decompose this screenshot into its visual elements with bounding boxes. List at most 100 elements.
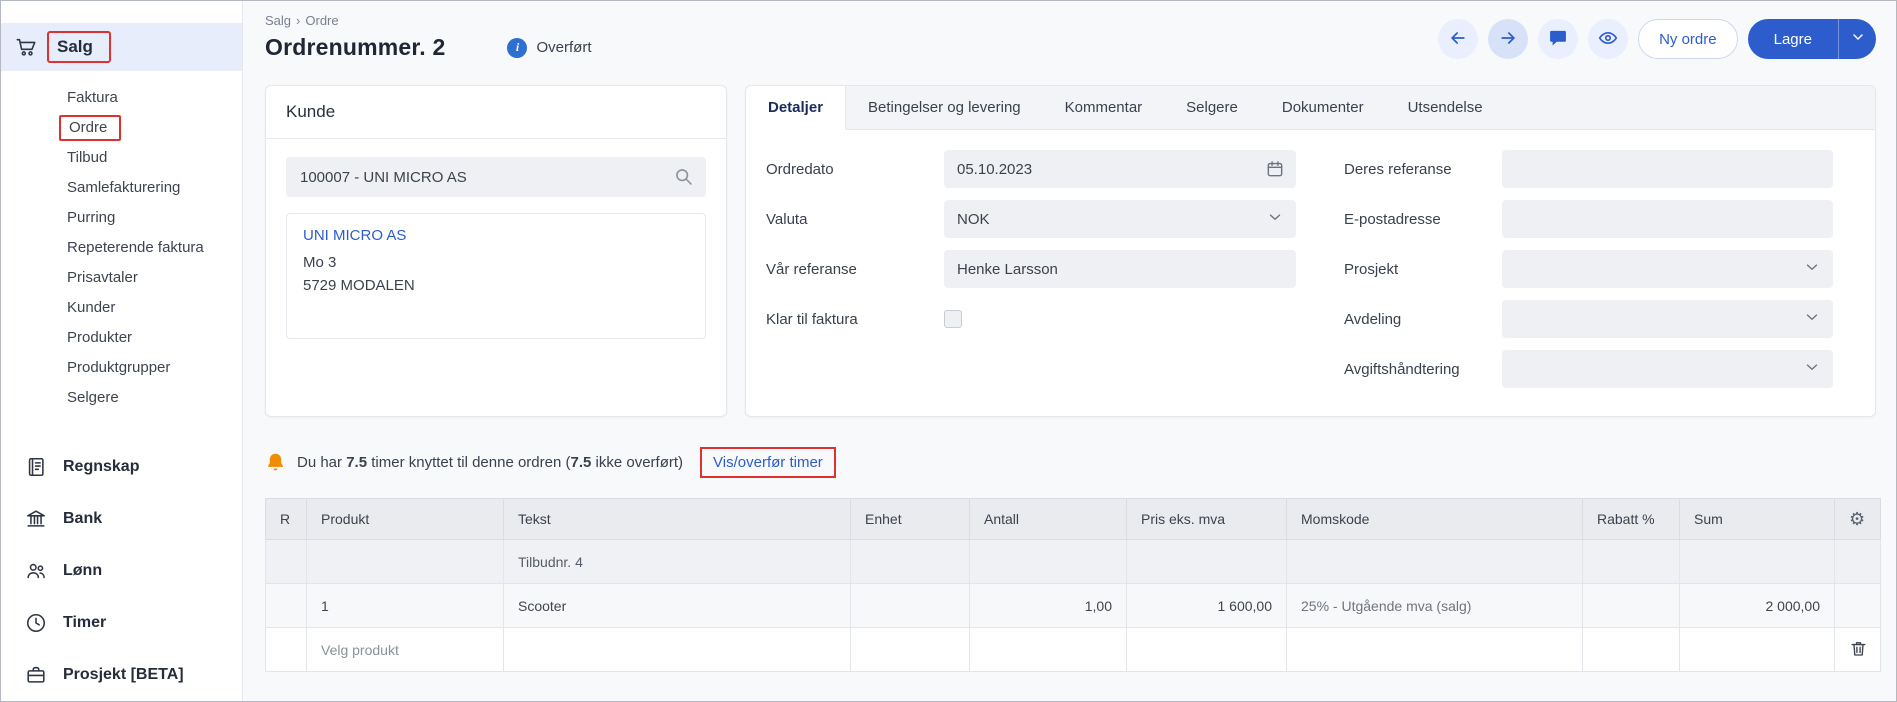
- tab-detaljer[interactable]: Detaljer: [746, 86, 846, 130]
- cell-tekst[interactable]: [504, 628, 851, 672]
- chevron-down-icon: [1803, 358, 1821, 380]
- column-header-settings: ⚙: [1835, 499, 1881, 540]
- breadcrumb-separator: ›: [296, 13, 300, 28]
- prosjekt-label: Prosjekt: [1344, 261, 1502, 278]
- sidebar-item-selgere[interactable]: Selgere: [1, 383, 242, 413]
- cell-sum[interactable]: 2 000,00: [1680, 584, 1835, 628]
- cell-antall[interactable]: 1,00: [970, 584, 1127, 628]
- cell-momskode[interactable]: 25% - Utgående mva (salg): [1287, 584, 1583, 628]
- column-header-tekst: Tekst: [504, 499, 851, 540]
- cell-pris[interactable]: 1 600,00: [1127, 584, 1287, 628]
- cell-rabatt[interactable]: [1583, 540, 1680, 584]
- avdeling-select[interactable]: [1502, 300, 1833, 338]
- cell-momskode[interactable]: [1287, 540, 1583, 584]
- sidebar-item-prosjekt[interactable]: Prosjekt [BETA]: [1, 649, 242, 701]
- cell-produkt[interactable]: [307, 540, 504, 584]
- accounting-icon: [25, 456, 47, 478]
- cell-rabatt[interactable]: [1583, 584, 1680, 628]
- cell-antall[interactable]: [970, 540, 1127, 584]
- sidebar-item-ordre[interactable]: Ordre: [1, 113, 242, 143]
- cell-enhet[interactable]: [851, 584, 970, 628]
- gear-icon[interactable]: ⚙: [1849, 509, 1865, 529]
- save-dropdown-toggle[interactable]: [1838, 19, 1876, 59]
- cell-sum[interactable]: [1680, 540, 1835, 584]
- sidebar-item-bank[interactable]: Bank: [1, 493, 242, 545]
- sidebar-item-lonn[interactable]: Lønn: [1, 545, 242, 597]
- status-badge: i Overført: [507, 38, 591, 58]
- var-referanse-input[interactable]: [944, 250, 1296, 288]
- deres-referanse-input[interactable]: [1502, 150, 1833, 188]
- sidebar-item-samlefakturering[interactable]: Samlefakturering: [1, 173, 242, 203]
- sidebar-item-lonn-label: Lønn: [63, 562, 102, 580]
- tab-selgere[interactable]: Selgere: [1164, 86, 1260, 129]
- cell-sum[interactable]: [1680, 628, 1835, 672]
- search-icon[interactable]: [673, 166, 694, 187]
- warning-icon: [265, 452, 286, 473]
- klar-til-faktura-checkbox[interactable]: [944, 310, 962, 328]
- previous-order-button[interactable]: [1438, 19, 1478, 59]
- sidebar-item-repeterende-faktura[interactable]: Repeterende faktura: [1, 233, 242, 263]
- cell-enhet[interactable]: [851, 540, 970, 584]
- column-header-antall: Antall: [970, 499, 1127, 540]
- tab-dokumenter[interactable]: Dokumenter: [1260, 86, 1386, 129]
- cell-pris[interactable]: [1127, 628, 1287, 672]
- tab-utsendelse[interactable]: Utsendelse: [1386, 86, 1505, 129]
- clock-icon: [25, 612, 47, 634]
- customer-name-link[interactable]: UNI MICRO AS: [303, 227, 689, 244]
- tab-betingelser-og-levering[interactable]: Betingelser og levering: [846, 86, 1043, 129]
- preview-button[interactable]: [1588, 19, 1628, 59]
- new-order-button[interactable]: Ny ordre: [1638, 19, 1738, 59]
- annotation-box-salg: Salg: [47, 31, 111, 63]
- column-header-produkt: Produkt: [307, 499, 504, 540]
- cell-r[interactable]: [266, 584, 307, 628]
- trash-icon[interactable]: [1849, 645, 1868, 661]
- breadcrumb-ordre[interactable]: Ordre: [305, 13, 338, 28]
- chat-icon: [1548, 28, 1568, 51]
- customer-address-box: UNI MICRO AS Mo 3 5729 MODALEN: [286, 213, 706, 339]
- sidebar-item-timer-label: Timer: [63, 614, 106, 632]
- cell-antall[interactable]: [970, 628, 1127, 672]
- status-label: Overført: [536, 39, 591, 56]
- view-transfer-hours-link[interactable]: Vis/overfør timer: [713, 454, 823, 471]
- sidebar-item-purring[interactable]: Purring: [1, 203, 242, 233]
- next-order-button[interactable]: [1488, 19, 1528, 59]
- cell-rabatt[interactable]: [1583, 628, 1680, 672]
- avgiftshandtering-select[interactable]: [1502, 350, 1833, 388]
- sidebar-item-produkter[interactable]: Produkter: [1, 323, 242, 353]
- tab-kommentar[interactable]: Kommentar: [1043, 86, 1165, 129]
- sidebar-item-kunder[interactable]: Kunder: [1, 293, 242, 323]
- prosjekt-select[interactable]: [1502, 250, 1833, 288]
- column-header-r: R: [266, 499, 307, 540]
- ordredato-input[interactable]: [944, 150, 1296, 188]
- sidebar-item-salg-label: Salg: [57, 37, 93, 57]
- breadcrumb-salg[interactable]: Salg: [265, 13, 291, 28]
- valuta-select[interactable]: NOK: [944, 200, 1296, 238]
- cart-icon: [15, 36, 37, 58]
- cell-enhet[interactable]: [851, 628, 970, 672]
- cell-momskode[interactable]: [1287, 628, 1583, 672]
- cell-produkt[interactable]: 1: [307, 584, 504, 628]
- chevron-down-icon: [1266, 208, 1284, 230]
- epostadresse-input[interactable]: [1502, 200, 1833, 238]
- sidebar-item-salg[interactable]: Salg: [1, 23, 242, 71]
- cell-r[interactable]: [266, 628, 307, 672]
- sidebar-item-prisavtaler[interactable]: Prisavtaler: [1, 263, 242, 293]
- sidebar-item-produktgrupper[interactable]: Produktgrupper: [1, 353, 242, 383]
- velg-produkt-cell[interactable]: Velg produkt: [307, 628, 504, 672]
- chevron-down-icon: [1803, 258, 1821, 280]
- customer-search-input[interactable]: [286, 157, 706, 197]
- save-button[interactable]: Lagre: [1748, 19, 1838, 59]
- sidebar-item-prosjekt-label: Prosjekt [BETA]: [63, 666, 184, 684]
- cell-tekst[interactable]: Tilbudnr. 4: [504, 540, 851, 584]
- comments-button[interactable]: [1538, 19, 1578, 59]
- sidebar-item-tilbud[interactable]: Tilbud: [1, 143, 242, 173]
- column-header-sum: Sum: [1680, 499, 1835, 540]
- cell-tekst[interactable]: Scooter: [504, 584, 851, 628]
- cell-pris[interactable]: [1127, 540, 1287, 584]
- table-row: 1 Scooter 1,00 1 600,00 25% - Utgående m…: [266, 584, 1881, 628]
- sidebar-item-regnskap[interactable]: Regnskap: [1, 441, 242, 493]
- cell-r[interactable]: [266, 540, 307, 584]
- sidebar-item-timer[interactable]: Timer: [1, 597, 242, 649]
- info-icon[interactable]: i: [507, 38, 527, 58]
- sidebar-item-faktura[interactable]: Faktura: [1, 83, 242, 113]
